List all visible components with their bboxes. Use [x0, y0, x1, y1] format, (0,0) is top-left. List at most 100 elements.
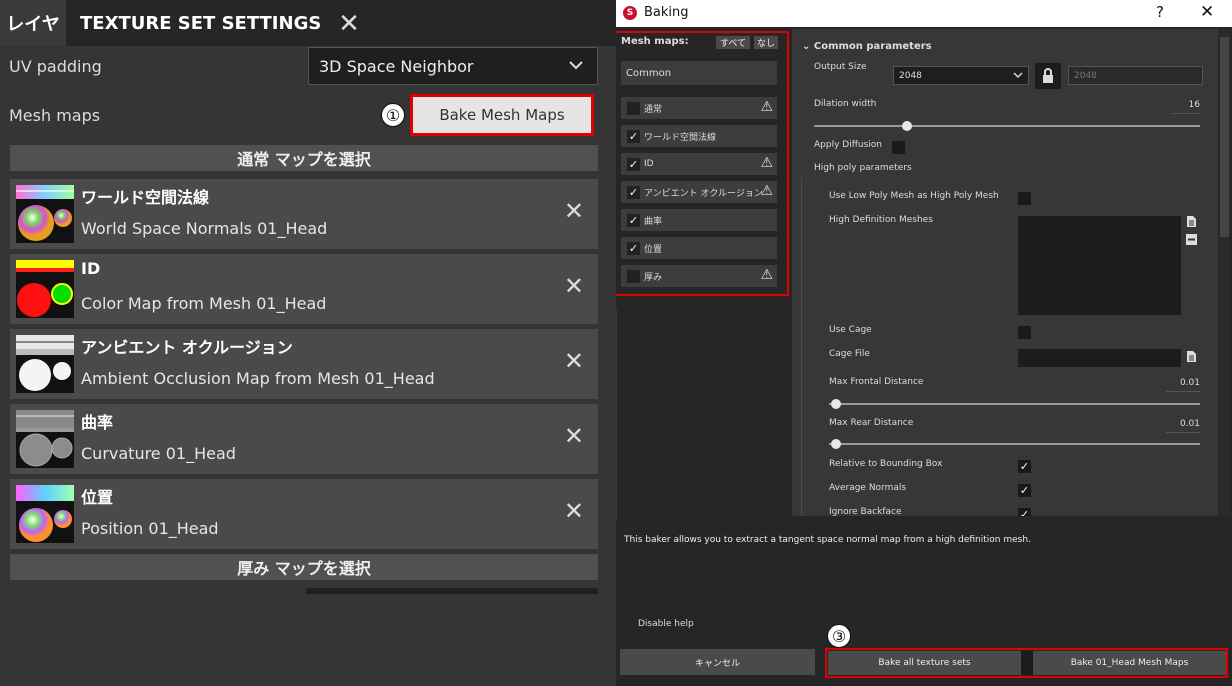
average-normals-checkbox[interactable]: ✓	[1018, 484, 1031, 497]
mesh-map-item-curvature[interactable]: ✓ 曲率	[621, 209, 777, 231]
hd-meshes-list[interactable]	[1018, 216, 1181, 315]
select-thickness-map-bar[interactable]: 厚み マップを選択	[10, 554, 598, 580]
output-size-height-field: 2048	[1068, 66, 1203, 85]
close-icon[interactable]: ✕	[334, 4, 364, 44]
mesh-map-item-ambient-occlusion[interactable]: ✓ アンビエント オクルージョン ⚠	[621, 181, 777, 203]
mesh-map-card-curvature[interactable]: 曲率 Curvature 01_Head ✕	[10, 404, 598, 474]
card-title: ワールド空間法線	[81, 188, 210, 207]
cage-file-field[interactable]	[1018, 349, 1181, 367]
item-label: 通常	[644, 104, 663, 115]
baking-window: S Baking ? ✕ ② Mesh maps: すべて なし Common …	[616, 0, 1232, 686]
checkbox-checked[interactable]: ✓	[627, 241, 640, 255]
max-frontal-distance-slider[interactable]	[829, 399, 1200, 409]
uv-padding-label: UV padding	[9, 57, 102, 76]
select-all-button[interactable]: すべて	[716, 36, 750, 49]
uv-padding-dropdown[interactable]: 3D Space Neighbor	[308, 47, 598, 85]
high-poly-parameters-label: High poly parameters	[814, 163, 912, 173]
checkbox-checked[interactable]: ✓	[627, 129, 640, 143]
bake-buttons-group: Bake all texture sets Bake 01_Head Mesh …	[825, 648, 1228, 678]
close-icon[interactable]: ✕	[1200, 2, 1214, 22]
max-frontal-distance-value[interactable]: 0.01	[1166, 378, 1200, 392]
curvature-thumbnail-icon	[16, 410, 74, 468]
panel-tab-bar: レイヤ TEXTURE SET SETTINGS ✕	[0, 0, 616, 46]
card-subtitle: Color Map from Mesh 01_Head	[81, 294, 327, 313]
ignore-backface-checkbox[interactable]: ✓	[1018, 508, 1031, 516]
apply-diffusion-label: Apply Diffusion	[814, 140, 883, 150]
max-frontal-distance-label: Max Frontal Distance	[829, 377, 924, 387]
help-icon[interactable]: ?	[1156, 3, 1164, 21]
mesh-map-item-id[interactable]: ✓ ID ⚠	[621, 153, 777, 175]
bake-mesh-maps-button[interactable]: Bake Mesh Maps	[410, 94, 594, 136]
annotation-marker-1: ①	[381, 103, 405, 127]
cancel-button[interactable]: キャンセル	[620, 649, 815, 675]
use-low-poly-checkbox[interactable]	[1018, 192, 1031, 205]
remove-map-icon[interactable]: ✕	[564, 274, 584, 298]
output-size-dropdown[interactable]: 2048	[893, 66, 1029, 85]
slider-handle[interactable]	[901, 121, 912, 131]
remove-map-icon[interactable]: ✕	[564, 424, 584, 448]
mesh-map-card-world-normal[interactable]: ワールド空間法線 World Space Normals 01_Head ✕	[10, 179, 598, 249]
cage-file-label: Cage File	[829, 349, 870, 359]
mesh-map-item-normal[interactable]: 通常 ⚠	[621, 97, 777, 119]
select-normal-map-bar[interactable]: 通常 マップを選択	[10, 145, 598, 171]
ao-thumbnail-icon	[16, 335, 74, 393]
max-rear-distance-value[interactable]: 0.01	[1166, 419, 1200, 433]
dilation-width-slider[interactable]	[814, 121, 1200, 131]
lock-icon[interactable]	[1035, 63, 1061, 89]
checkbox-checked[interactable]: ✓	[627, 185, 640, 199]
remove-map-icon[interactable]: ✕	[564, 499, 584, 523]
remove-map-icon[interactable]: ✕	[564, 349, 584, 373]
bake-all-texture-sets-button[interactable]: Bake all texture sets	[828, 651, 1021, 675]
window-title-bar: S Baking ? ✕	[616, 0, 1232, 27]
select-none-button[interactable]: なし	[754, 36, 778, 49]
item-label: 位置	[644, 244, 663, 255]
checkbox-unchecked[interactable]	[627, 101, 640, 115]
dilation-width-value[interactable]: 16	[1172, 100, 1200, 114]
file-icon[interactable]	[1186, 215, 1197, 232]
chevron-down-icon	[1012, 69, 1024, 84]
remove-map-icon[interactable]: ✕	[564, 199, 584, 223]
mesh-map-item-world-normal[interactable]: ✓ ワールド空間法線	[621, 125, 777, 147]
relative-bbox-label: Relative to Bounding Box	[829, 459, 943, 469]
mesh-map-card-id[interactable]: ID Color Map from Mesh 01_Head ✕	[10, 254, 598, 324]
common-item[interactable]: Common	[621, 61, 777, 85]
checkbox-unchecked[interactable]	[627, 269, 640, 283]
common-parameters-panel: ⌄ Common parameters Output Size 2048 204…	[792, 29, 1218, 516]
slider-handle[interactable]	[831, 399, 842, 409]
card-title: 曲率	[81, 413, 114, 432]
mesh-map-item-thickness[interactable]: 厚み ⚠	[621, 265, 777, 287]
params-scrollbar[interactable]	[1219, 29, 1230, 516]
section-header[interactable]: ⌄ Common parameters	[802, 41, 932, 52]
mesh-map-card-position[interactable]: 位置 Position 01_Head ✕	[10, 479, 598, 549]
relative-bbox-checkbox[interactable]: ✓	[1018, 460, 1031, 473]
file-icon[interactable]	[1186, 350, 1197, 367]
checkbox-checked[interactable]: ✓	[627, 213, 640, 227]
bake-head-mesh-maps-button[interactable]: Bake 01_Head Mesh Maps	[1033, 651, 1226, 675]
mesh-map-card-ambient-occlusion[interactable]: アンビエント オクルージョン Ambient Occlusion Map fro…	[10, 329, 598, 399]
average-normals-label: Average Normals	[829, 483, 907, 493]
card-subtitle: World Space Normals 01_Head	[81, 219, 328, 238]
checkbox-checked[interactable]: ✓	[627, 157, 640, 171]
max-rear-distance-slider[interactable]	[829, 439, 1200, 449]
app-logo-icon: S	[623, 6, 637, 20]
disable-help-link[interactable]: Disable help	[638, 619, 694, 629]
item-label: ワールド空間法線	[644, 132, 717, 143]
tab-layers[interactable]: レイヤ	[0, 0, 66, 46]
mesh-maps-header: Mesh maps:	[621, 36, 689, 47]
apply-diffusion-checkbox[interactable]	[892, 141, 905, 154]
group-indent-line	[801, 177, 802, 516]
slider-handle[interactable]	[831, 439, 842, 449]
section-title: Common parameters	[813, 41, 932, 52]
tab-texture-set-settings[interactable]: TEXTURE SET SETTINGS	[66, 0, 332, 46]
texture-set-settings-panel: レイヤ TEXTURE SET SETTINGS ✕ UV padding 3D…	[0, 0, 616, 686]
use-cage-label: Use Cage	[829, 325, 872, 335]
mesh-maps-list-panel: Mesh maps: すべて なし Common 通常 ⚠ ✓ ワールド空間法線…	[616, 31, 789, 296]
item-label: 厚み	[644, 272, 663, 283]
warning-icon: ⚠	[760, 99, 773, 115]
mesh-map-item-position[interactable]: ✓ 位置	[621, 237, 777, 259]
card-subtitle: Curvature 01_Head	[81, 444, 236, 463]
scrollbar-thumb[interactable]	[1220, 37, 1229, 237]
remove-icon[interactable]	[1186, 234, 1197, 249]
use-cage-checkbox[interactable]	[1018, 326, 1031, 339]
output-size-label: Output Size	[814, 62, 867, 72]
